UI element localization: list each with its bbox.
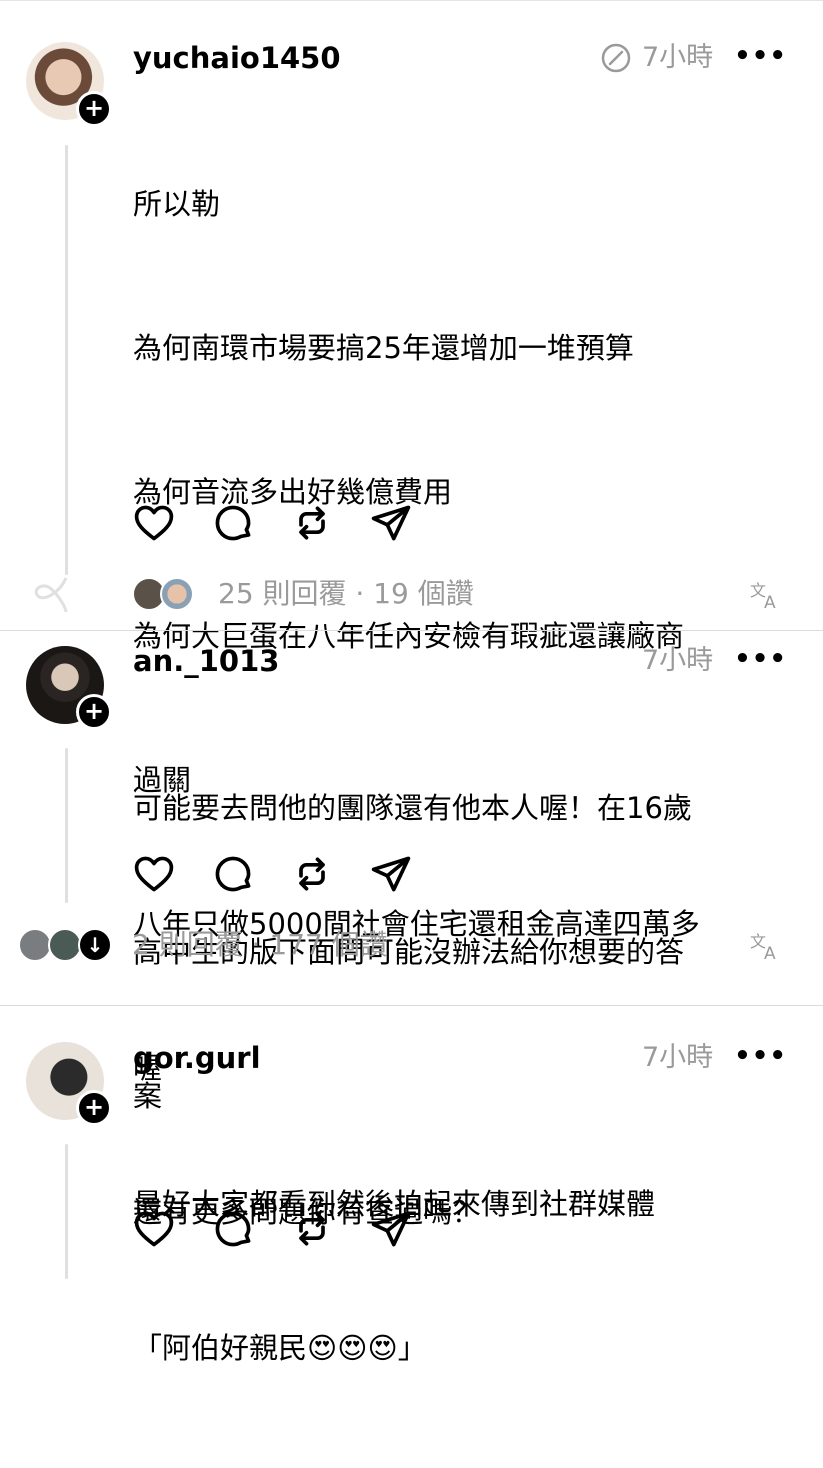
comment-icon[interactable] <box>211 1207 255 1251</box>
timestamp: 7小時 <box>642 1042 714 1073</box>
post-text: 最好大家都看到然後拍起來傳到社群媒體 「阿伯好親民😍😍😍」 <box>133 1084 803 1468</box>
repost-icon[interactable] <box>290 1207 334 1251</box>
heart-icon[interactable] <box>132 1207 176 1251</box>
follow-plus-icon[interactable]: + <box>76 1090 112 1126</box>
share-send-icon[interactable] <box>369 1207 413 1251</box>
thread-line <box>65 1144 68 1279</box>
post-gor_gurl: + gor.gurl 7小時 ••• 最好大家都看到然後拍起來傳到社群媒體 「阿… <box>0 0 823 1365</box>
username[interactable]: gor.gurl <box>133 1040 261 1076</box>
text-line: 「阿伯好親民😍😍😍」 <box>133 1331 427 1365</box>
more-options-icon[interactable]: ••• <box>734 1038 787 1074</box>
action-bar <box>132 1207 432 1251</box>
